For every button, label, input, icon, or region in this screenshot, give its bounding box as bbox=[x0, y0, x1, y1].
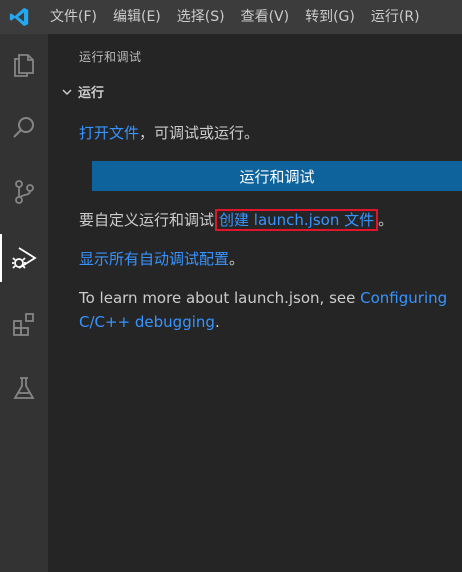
activity-search[interactable] bbox=[0, 104, 48, 152]
show-all-suffix: 。 bbox=[229, 250, 245, 268]
activity-source-control[interactable] bbox=[0, 168, 48, 216]
open-file-link[interactable]: 打开文件 bbox=[79, 124, 139, 142]
explorer-icon bbox=[14, 54, 34, 77]
search-icon bbox=[13, 117, 34, 138]
show-all-configs-link[interactable]: 显示所有自动调试配置 bbox=[79, 250, 229, 268]
activity-explorer[interactable] bbox=[0, 40, 48, 88]
run-section-header[interactable]: 运行 bbox=[60, 82, 104, 101]
activity-extensions[interactable] bbox=[0, 300, 48, 348]
menu-edit[interactable]: 编辑(E) bbox=[105, 0, 169, 34]
activity-run-debug[interactable] bbox=[0, 234, 48, 282]
source-control-icon bbox=[15, 180, 34, 204]
customize-suffix: 。 bbox=[378, 211, 394, 229]
menu-view[interactable]: 查看(V) bbox=[233, 0, 298, 34]
menu-bar: 文件(F) 编辑(E) 选择(S) 查看(V) 转到(G) 运行(R) bbox=[0, 0, 462, 34]
customize-line: 要自定义运行和调试 创建 launch.json 文件。 bbox=[79, 209, 394, 231]
open-file-suffix: ，可调试或运行。 bbox=[139, 124, 260, 142]
active-indicator bbox=[0, 234, 2, 282]
open-file-line: 打开文件，可调试或运行。 bbox=[79, 122, 259, 143]
run-debug-sidebar: 运行和调试 运行 打开文件，可调试或运行。 运行和调试 要自定义运行和调试 创建 … bbox=[48, 34, 462, 572]
menu-run[interactable]: 运行(R) bbox=[363, 0, 428, 34]
menu-selection[interactable]: 选择(S) bbox=[169, 0, 233, 34]
run-debug-icon bbox=[12, 247, 37, 269]
run-section-label: 运行 bbox=[78, 86, 105, 101]
activity-testing[interactable] bbox=[0, 364, 48, 412]
learn-more-prefix: To learn more about launch.json, see bbox=[79, 289, 361, 307]
vscode-logo-icon bbox=[9, 7, 29, 27]
testing-icon bbox=[13, 377, 35, 399]
customize-prefix: 要自定义运行和调试 bbox=[79, 211, 215, 229]
extensions-icon bbox=[13, 313, 34, 336]
learn-more-suffix: . bbox=[214, 313, 220, 331]
chevron-down-icon bbox=[62, 88, 72, 95]
sidebar-title: 运行和调试 bbox=[79, 50, 142, 64]
create-launch-json-link[interactable]: 创建 launch.json 文件 bbox=[215, 209, 379, 231]
menu-file[interactable]: 文件(F) bbox=[42, 0, 105, 34]
activity-bar bbox=[0, 34, 48, 572]
run-and-debug-button[interactable]: 运行和调试 bbox=[92, 161, 462, 191]
show-all-line: 显示所有自动调试配置。 bbox=[79, 248, 244, 269]
learn-more-text: To learn more about launch.json, see Con… bbox=[79, 286, 449, 334]
menu-go[interactable]: 转到(G) bbox=[297, 0, 363, 34]
